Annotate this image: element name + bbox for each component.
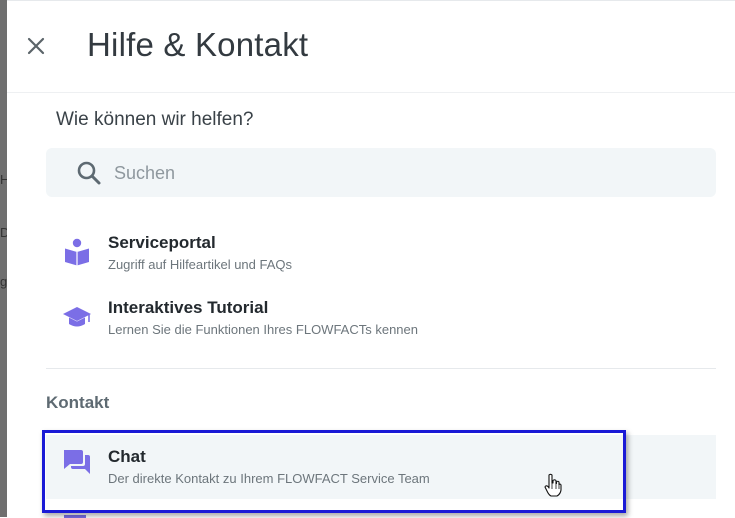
tutorial-subtitle: Lernen Sie die Funktionen Ihres FLOWFACT… <box>108 322 418 337</box>
backdrop-text: D <box>0 226 7 240</box>
tutorial-title: Interaktives Tutorial <box>108 298 269 317</box>
backdrop-text: g <box>0 275 7 289</box>
help-contact-panel: Hilfe & Kontakt Wie können wir helfen? S… <box>7 0 735 518</box>
graduation-cap-icon <box>63 307 91 327</box>
help-question: Wie können wir helfen? <box>56 109 254 130</box>
search-icon <box>77 161 101 185</box>
tutorial-item[interactable]: Interaktives Tutorial Lernen Sie die Fun… <box>46 296 716 352</box>
serviceportal-subtitle: Zugriff auf Hilfeartikel und FAQs <box>108 257 293 272</box>
contact-section-label: Kontakt <box>46 393 110 412</box>
close-button[interactable] <box>21 31 51 61</box>
page-title: Hilfe & Kontakt <box>87 26 309 63</box>
section-divider <box>46 368 716 369</box>
book-reader-icon <box>65 238 89 266</box>
chat-subtitle: Der direkte Kontakt zu Ihrem FLOWFACT Se… <box>108 471 430 486</box>
backdrop-page: H D g <box>0 0 7 517</box>
close-icon <box>27 37 45 55</box>
chat-title: Chat <box>108 447 146 466</box>
chat-item[interactable]: Chat Der direkte Kontakt zu Ihrem FLOWFA… <box>46 435 716 499</box>
serviceportal-title: Serviceportal <box>108 233 216 252</box>
serviceportal-item[interactable]: Serviceportal Zugriff auf Hilfeartikel u… <box>46 231 716 287</box>
panel-header: Hilfe & Kontakt <box>7 1 735 93</box>
search-input[interactable] <box>112 156 696 190</box>
hand-cursor-icon <box>544 473 562 497</box>
backdrop-text: H <box>0 173 7 187</box>
search-box[interactable] <box>46 148 716 197</box>
chat-icon <box>64 450 90 474</box>
